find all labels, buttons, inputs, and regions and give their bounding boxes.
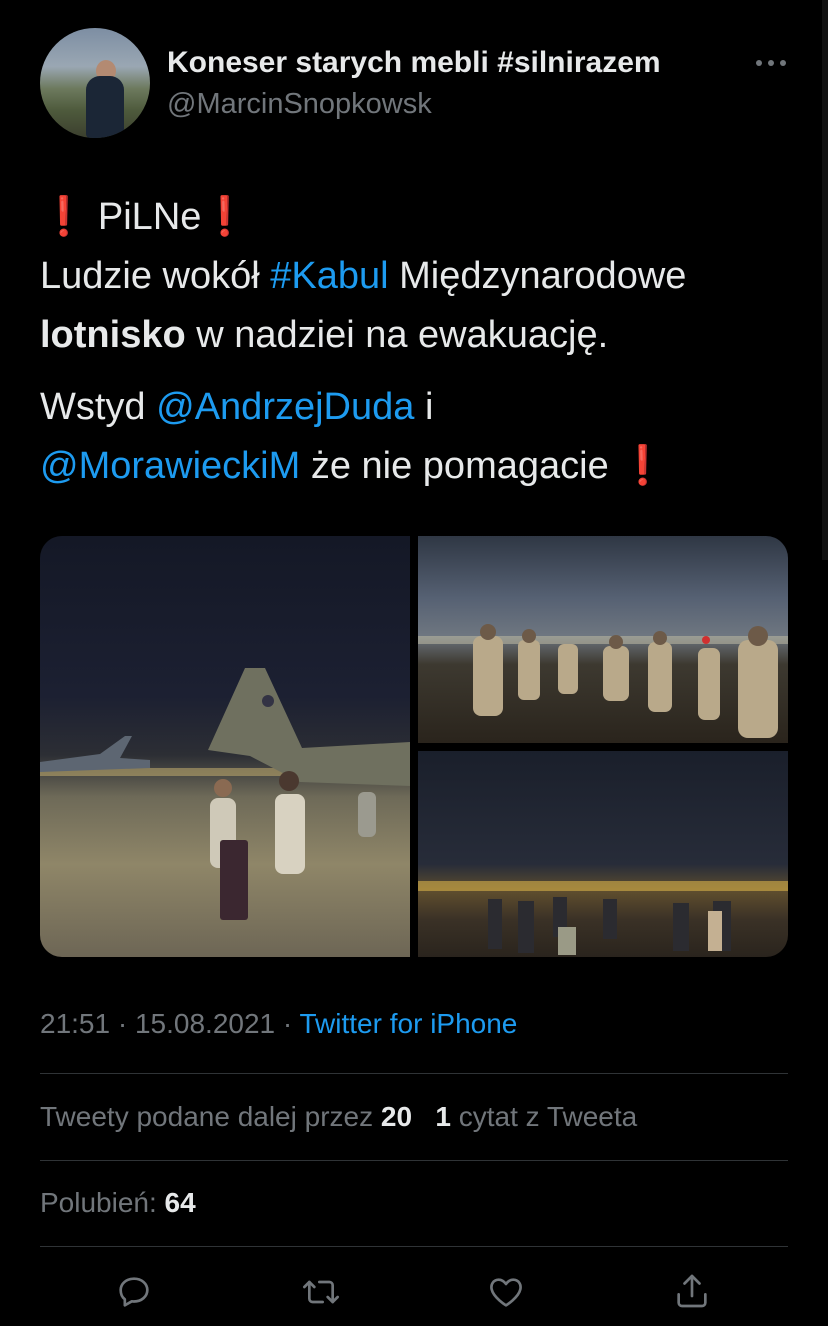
retweet-stats[interactable]: Tweety podane dalej przez 20 1 cytat z T… (40, 1101, 637, 1133)
likes-label: Polubień: (40, 1187, 165, 1218)
quotes-label[interactable]: cytat z Tweeta (451, 1101, 637, 1132)
tweet-alert-word: PiLNe (97, 196, 202, 238)
tweet-text-segment: w nadziei na ewakuację. (185, 314, 609, 356)
tweet-text-segment: Wstyd (40, 386, 157, 428)
mention-link[interactable]: @AndrzejDuda (156, 386, 414, 428)
divider (40, 1073, 788, 1074)
meta-separator: · (275, 1008, 300, 1039)
tweet-text-segment: Międzynarodowe (388, 255, 687, 297)
tweet-line-2: Wstyd @AndrzejDuda i @MorawieckiM że nie… (40, 378, 800, 496)
tweet-text-segment: i (414, 386, 434, 428)
tweet-source-link[interactable]: Twitter for iPhone (300, 1008, 518, 1039)
exclamation-icon: ❗ (40, 196, 88, 238)
share-icon[interactable] (672, 1270, 712, 1312)
reply-icon[interactable] (114, 1272, 154, 1312)
author-display-name[interactable]: Koneser starych mebli #silnirazem (167, 46, 661, 80)
scroll-indicator (822, 0, 828, 560)
retweets-label: Tweety podane dalej przez (40, 1101, 381, 1132)
media-photo-airplane[interactable] (40, 536, 410, 957)
likes-stats[interactable]: Polubień: 64 (40, 1187, 196, 1219)
retweets-count: 20 (380, 1101, 413, 1132)
divider (40, 1160, 788, 1161)
divider (40, 1246, 788, 1247)
retweet-icon[interactable] (300, 1272, 342, 1312)
likes-count: 64 (164, 1187, 196, 1218)
like-icon[interactable] (486, 1272, 526, 1312)
avatar[interactable] (40, 28, 150, 138)
media-photo-crowd[interactable] (418, 536, 788, 743)
meta-separator: · (110, 1008, 135, 1039)
author-handle[interactable]: @MarcinSnopkowsk (167, 88, 432, 121)
media-grid (40, 536, 788, 957)
tweet-text: ❗ PiLNe❗ Ludzie wokół #Kabul Międzynarod… (40, 188, 800, 496)
tweet-meta: 21:51 · 15.08.2021 · Twitter for iPhone (40, 1008, 517, 1040)
tweet-date[interactable]: 15.08.2021 (135, 1008, 275, 1039)
tweet-bold-word: lotnisko (40, 314, 186, 356)
tweet-time[interactable]: 21:51 (40, 1008, 110, 1039)
tweet-line-1: ❗ PiLNe❗ Ludzie wokół #Kabul Międzynarod… (40, 188, 800, 365)
avatar-person-body (86, 76, 124, 138)
exclamation-icon: ❗ (619, 445, 667, 487)
mention-link[interactable]: @MorawieckiM (40, 445, 300, 487)
hashtag-link[interactable]: #Kabul (270, 255, 388, 297)
tweet-text-segment: że nie pomagacie (300, 445, 620, 487)
media-photo-runway[interactable] (418, 751, 788, 957)
tweet-text-segment: Ludzie wokół (40, 255, 271, 297)
quotes-count[interactable]: 1 (435, 1101, 451, 1132)
exclamation-icon: ❗ (201, 196, 249, 238)
action-bar (0, 1268, 828, 1318)
more-icon[interactable] (754, 48, 788, 78)
